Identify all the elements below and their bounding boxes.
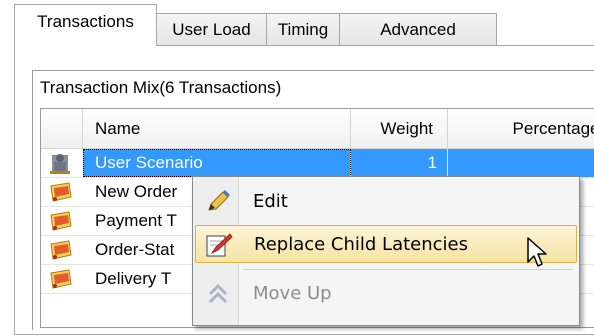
row-weight[interactable]: 1 [351, 149, 448, 177]
menu-item-label: Move Up [253, 283, 332, 304]
transaction-icon [41, 236, 83, 264]
menu-item-edit[interactable]: Edit [195, 183, 577, 221]
transaction-icon [41, 265, 83, 293]
mouse-cursor-icon [526, 236, 548, 275]
menu-separator [243, 269, 573, 270]
column-header-weight[interactable]: Weight [351, 109, 448, 149]
tab-user-load[interactable]: User Load [156, 13, 267, 46]
context-menu: Edit Replace Child Latencies Move Up [192, 176, 580, 326]
pencil-icon [203, 188, 233, 216]
menu-item-replace-child-latencies[interactable]: Replace Child Latencies [195, 225, 577, 263]
column-header-name[interactable]: Name [83, 109, 351, 149]
transaction-icon [41, 207, 83, 235]
tab-advanced[interactable]: Advanced [339, 13, 497, 46]
replace-latency-icon [204, 231, 234, 259]
row-percentage [448, 149, 594, 177]
row-header-corner [41, 109, 83, 149]
tab-timing[interactable]: Timing [266, 13, 340, 46]
tab-transactions[interactable]: Transactions [14, 4, 157, 46]
table-row[interactable]: User Scenario 1 [41, 149, 594, 178]
group-title: Transaction Mix(6 Transactions) [40, 78, 282, 97]
column-header-percentages[interactable]: Percentages [448, 109, 594, 149]
transaction-icon [41, 178, 83, 206]
menu-item-label: Replace Child Latencies [254, 234, 468, 255]
user-scenario-icon [41, 149, 83, 177]
menu-item-label: Edit [253, 191, 288, 212]
grid-header: Name Weight Percentages [41, 109, 594, 149]
menu-item-move-up[interactable]: Move Up [195, 275, 577, 313]
row-name[interactable]: User Scenario [83, 149, 351, 177]
double-chevron-up-icon [203, 280, 233, 308]
